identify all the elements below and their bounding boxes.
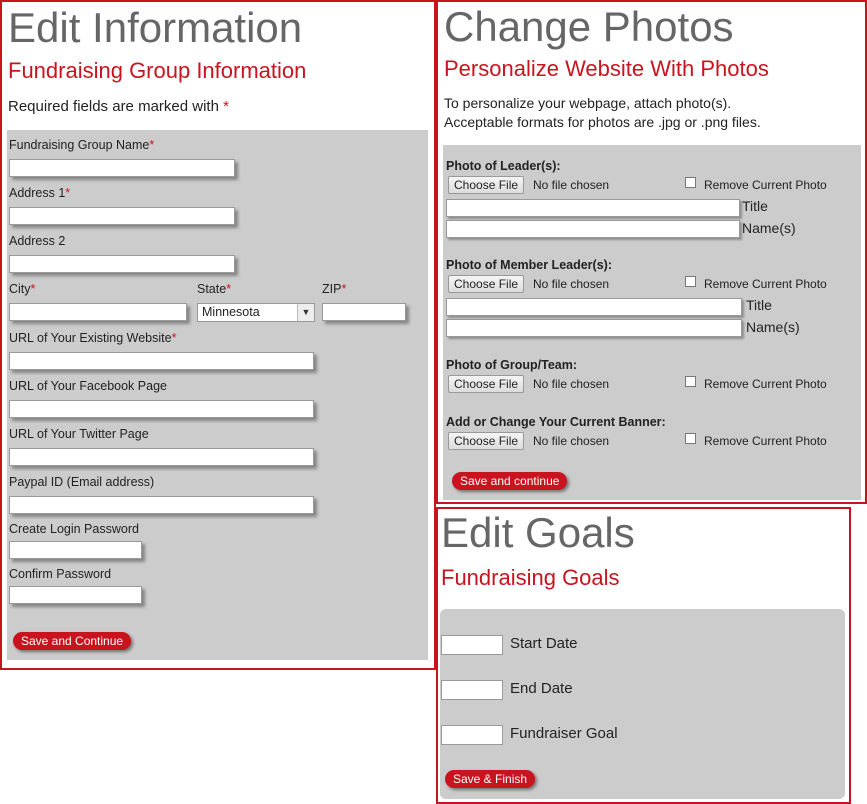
city-input[interactable]: [9, 303, 187, 321]
password-label: Create Login Password: [9, 522, 139, 536]
fundraising-goals-subtitle: Fundraising Goals: [441, 565, 620, 590]
fundraiser-goal-input[interactable]: [441, 725, 503, 745]
leader-remove-checkbox[interactable]: [685, 177, 696, 188]
address2-input[interactable]: [9, 255, 235, 273]
website-label: URL of Your Existing Website*: [9, 331, 177, 345]
paypal-label: Paypal ID (Email address): [9, 475, 155, 489]
group-photo-label: Photo of Group/Team:: [446, 358, 578, 372]
save-and-finish-button[interactable]: Save & Finish: [445, 770, 536, 788]
save-and-continue-button[interactable]: Save and Continue: [13, 632, 132, 650]
edit-information-panel: Edit Information Fundraising Group Infor…: [0, 0, 436, 670]
banner-remove-label: Remove Current Photo: [704, 434, 827, 448]
zip-label: ZIP*: [322, 282, 347, 296]
photos-save-and-continue-button[interactable]: Save and continue: [452, 472, 568, 490]
photos-intro-line2: Acceptable formats for photos are .jpg o…: [444, 114, 761, 130]
member-leader-no-file-text: No file chosen: [533, 277, 610, 291]
state-select-value: Minnesota: [202, 305, 260, 319]
member-leader-title-label: Title: [746, 297, 772, 313]
start-date-label: Start Date: [510, 635, 578, 652]
banner-label: Add or Change Your Current Banner:: [446, 415, 666, 429]
state-label: State*: [197, 282, 232, 296]
leader-names-input[interactable]: [446, 220, 740, 238]
twitter-label: URL of Your Twitter Page: [9, 427, 149, 441]
banner-choose-file-button[interactable]: Choose File: [448, 432, 525, 450]
group-remove-checkbox[interactable]: [685, 376, 696, 387]
address1-label: Address 1*: [9, 186, 71, 200]
edit-goals-panel: Edit Goals Fundraising Goals Start Date …: [436, 507, 851, 804]
address2-label: Address 2: [9, 234, 66, 248]
zip-input[interactable]: [322, 303, 406, 321]
group-no-file-text: No file chosen: [533, 377, 610, 391]
end-date-input[interactable]: [441, 680, 503, 700]
group-info-form: Fundraising Group Name* Address 1* Addre…: [7, 130, 428, 660]
photos-intro-line1: To personalize your webpage, attach phot…: [444, 95, 732, 111]
photos-form: Photo of Leader(s): Choose File No file …: [443, 145, 861, 500]
address1-input[interactable]: [9, 207, 235, 225]
required-star: *: [223, 98, 229, 115]
start-date-input[interactable]: [441, 635, 503, 655]
confirm-password-label: Confirm Password: [9, 567, 112, 581]
change-photos-panel: Change Photos Personalize Website With P…: [436, 0, 867, 504]
edit-goals-title: Edit Goals: [441, 509, 635, 556]
group-choose-file-button[interactable]: Choose File: [448, 375, 525, 393]
chevron-down-icon[interactable]: ▼: [297, 304, 314, 321]
leader-names-label: Name(s): [742, 220, 796, 236]
leader-title-label: Title: [742, 198, 768, 214]
fundraiser-goal-label: Fundraiser Goal: [510, 725, 618, 742]
leader-choose-file-button[interactable]: Choose File: [448, 176, 525, 194]
required-note: Required fields are marked with *: [8, 97, 229, 116]
leader-title-input[interactable]: [446, 199, 740, 217]
member-leader-remove-label: Remove Current Photo: [704, 277, 827, 291]
state-select[interactable]: Minnesota ▼: [197, 303, 315, 322]
member-leader-photo-label: Photo of Member Leader(s):: [446, 258, 612, 272]
group-remove-label: Remove Current Photo: [704, 377, 827, 391]
banner-no-file-text: No file chosen: [533, 434, 610, 448]
goals-form: Start Date End Date Fundraiser Goal Save…: [440, 609, 845, 799]
member-leader-remove-checkbox[interactable]: [685, 276, 696, 287]
password-input[interactable]: [9, 541, 142, 559]
facebook-label: URL of Your Facebook Page: [9, 379, 167, 393]
member-leader-title-input[interactable]: [446, 298, 742, 316]
personalize-subtitle: Personalize Website With Photos: [444, 56, 769, 81]
website-input[interactable]: [9, 352, 314, 370]
twitter-input[interactable]: [9, 448, 314, 466]
fundraising-group-subtitle: Fundraising Group Information: [8, 58, 307, 83]
member-leader-choose-file-button[interactable]: Choose File: [448, 275, 525, 293]
facebook-input[interactable]: [9, 400, 314, 418]
edit-information-title: Edit Information: [8, 4, 303, 51]
leader-photo-label: Photo of Leader(s):: [446, 159, 561, 173]
group-name-input[interactable]: [9, 159, 235, 177]
banner-remove-checkbox[interactable]: [685, 433, 696, 444]
required-note-text: Required fields are marked with: [8, 98, 219, 115]
group-name-label: Fundraising Group Name*: [9, 138, 155, 152]
member-leader-names-label: Name(s): [746, 319, 800, 335]
member-leader-names-input[interactable]: [446, 319, 742, 337]
leader-remove-label: Remove Current Photo: [704, 178, 827, 192]
end-date-label: End Date: [510, 680, 573, 697]
city-label: City*: [9, 282, 36, 296]
leader-no-file-text: No file chosen: [533, 178, 610, 192]
change-photos-title: Change Photos: [444, 3, 734, 50]
paypal-input[interactable]: [9, 496, 314, 514]
confirm-password-input[interactable]: [9, 586, 142, 604]
